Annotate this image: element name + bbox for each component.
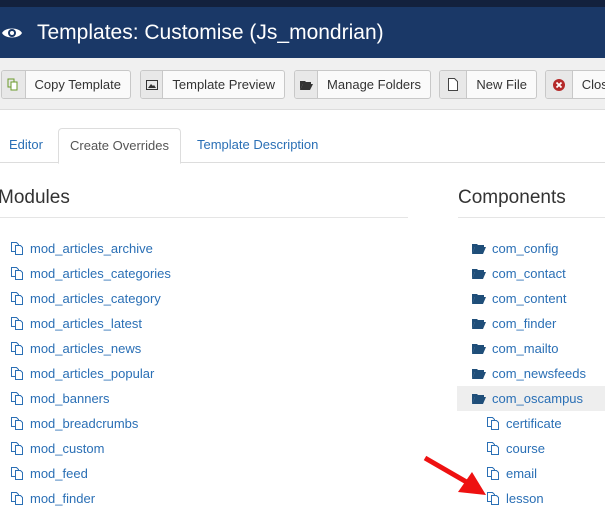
file-icon <box>11 342 23 355</box>
page-header: Templates: Customise (Js_mondrian) <box>0 7 605 58</box>
file-icon <box>11 442 23 455</box>
module-label: mod_articles_category <box>30 291 161 306</box>
item-label: com_contact <box>492 266 566 281</box>
module-label: mod_articles_categories <box>30 266 171 281</box>
file-icon <box>487 442 499 455</box>
file-icon <box>11 317 23 330</box>
component-item[interactable]: com_mailto <box>457 336 605 361</box>
file-icon <box>11 417 23 430</box>
item-label: com_newsfeeds <box>492 366 586 381</box>
item-label: com_finder <box>492 316 557 331</box>
file-icon <box>11 392 23 405</box>
component-item[interactable]: com_oscampus <box>457 386 605 411</box>
components-heading: Components <box>458 187 566 208</box>
tab-template-description[interactable]: Template Description <box>186 128 329 163</box>
folder-icon <box>472 294 486 304</box>
file-icon <box>11 267 23 280</box>
copy-template-button[interactable]: Copy Template <box>1 70 131 99</box>
module-item[interactable]: mod_finder <box>11 486 411 511</box>
item-label: com_config <box>492 241 559 256</box>
file-icon <box>11 242 23 255</box>
components-list: com_config com_contact com_content com_find… <box>457 236 605 511</box>
folder-icon <box>472 344 486 354</box>
module-item[interactable]: mod_breadcrumbs <box>11 411 411 436</box>
module-item[interactable]: mod_articles_latest <box>11 311 411 336</box>
modules-list: mod_articles_archive mod_articles_categor… <box>11 236 411 511</box>
item-label: com_oscampus <box>492 391 584 406</box>
folder-icon <box>472 319 486 329</box>
module-item[interactable]: mod_articles_categories <box>11 261 411 286</box>
eye-icon <box>2 28 22 37</box>
file-icon <box>487 467 499 480</box>
module-label: mod_feed <box>30 466 88 481</box>
module-label: mod_custom <box>30 441 105 456</box>
view-item[interactable]: certificate <box>457 411 605 436</box>
file-icon <box>448 78 459 91</box>
module-item[interactable]: mod_articles_archive <box>11 236 411 261</box>
module-item[interactable]: mod_articles_category <box>11 286 411 311</box>
module-item[interactable]: mod_feed <box>11 461 411 486</box>
tab-editor[interactable]: Editor <box>0 128 54 163</box>
module-item[interactable]: mod_articles_news <box>11 336 411 361</box>
folder-icon <box>299 80 313 90</box>
module-item[interactable]: mod_banners <box>11 386 411 411</box>
component-item[interactable]: com_newsfeeds <box>457 361 605 386</box>
file-icon <box>11 492 23 505</box>
image-icon <box>145 79 158 90</box>
folder-icon <box>472 369 486 379</box>
component-item[interactable]: com_content <box>457 286 605 311</box>
module-label: mod_finder <box>30 491 96 506</box>
component-item[interactable]: com_config <box>457 236 605 261</box>
item-label: course <box>506 441 546 456</box>
module-label: mod_articles_popular <box>30 366 155 381</box>
folder-icon <box>472 394 486 404</box>
page-title: Templates: Customise (Js_mondrian) <box>37 20 384 44</box>
new-file-button[interactable]: New File <box>439 70 537 99</box>
manage-folders-button[interactable]: Manage Folders <box>294 70 431 99</box>
item-label: certificate <box>506 416 562 431</box>
module-label: mod_articles_latest <box>30 316 142 331</box>
close-circle-icon <box>552 78 565 91</box>
view-item[interactable]: course <box>457 436 605 461</box>
module-label: mod_breadcrumbs <box>30 416 139 431</box>
component-item[interactable]: com_finder <box>457 311 605 336</box>
view-item[interactable]: lesson <box>457 486 605 511</box>
view-item[interactable]: email <box>457 461 605 486</box>
file-icon <box>487 492 499 505</box>
tab-bar: Editor Create Overrides Template Descrip… <box>0 128 605 164</box>
file-icon <box>11 467 23 480</box>
modules-heading: Modules <box>0 187 70 208</box>
module-item[interactable]: mod_articles_popular <box>11 361 411 386</box>
close-button[interactable]: Close <box>545 70 605 99</box>
item-label: com_content <box>492 291 567 306</box>
top-strip <box>0 0 605 7</box>
toolbar: Copy Template Template Preview Manage Fo… <box>0 58 605 110</box>
file-icon <box>11 367 23 380</box>
folder-icon <box>472 269 486 279</box>
copy-icon <box>7 78 18 91</box>
component-item[interactable]: com_contact <box>457 261 605 286</box>
divider <box>0 217 408 218</box>
item-label: email <box>506 466 538 481</box>
divider <box>458 217 605 218</box>
folder-icon <box>472 244 486 254</box>
file-icon <box>487 417 499 430</box>
item-label: com_mailto <box>492 341 559 356</box>
template-preview-button[interactable]: Template Preview <box>140 70 285 99</box>
module-item[interactable]: mod_custom <box>11 436 411 461</box>
tab-create-overrides[interactable]: Create Overrides <box>58 128 181 164</box>
module-label: mod_articles_archive <box>30 241 153 256</box>
item-label: lesson <box>506 491 544 506</box>
module-label: mod_banners <box>30 391 110 406</box>
module-label: mod_articles_news <box>30 341 142 356</box>
file-icon <box>11 292 23 305</box>
